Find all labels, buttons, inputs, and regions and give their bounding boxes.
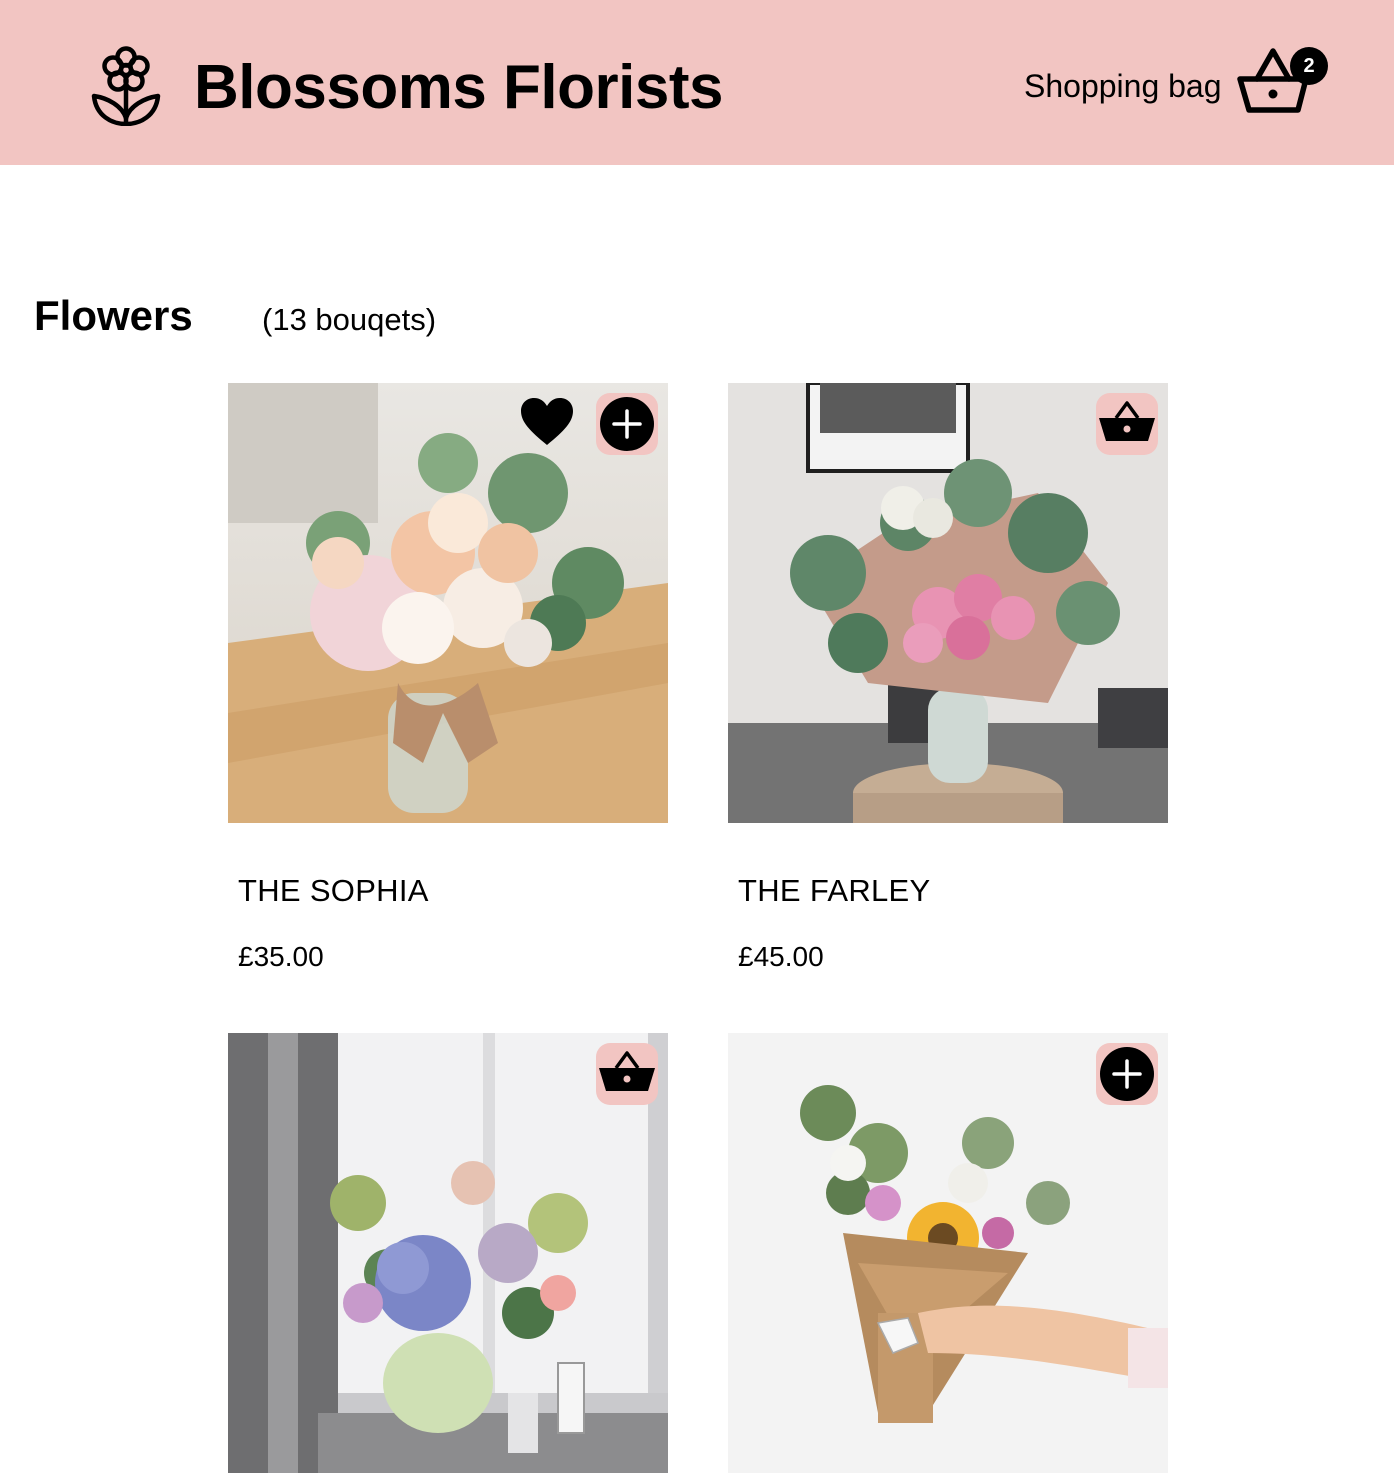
plus-circle-icon	[600, 397, 654, 451]
product-image[interactable]	[728, 1033, 1168, 1473]
add-to-bag-button[interactable]	[596, 393, 658, 455]
heart-icon[interactable]	[520, 397, 574, 447]
site-header: Blossoms Florists Shopping bag 2	[0, 0, 1394, 165]
product-card[interactable]: THE SOPHIA £35.00	[228, 383, 668, 972]
brand-title[interactable]: Blossoms Florists	[194, 50, 723, 126]
product-price: £35.00	[238, 941, 324, 972]
product-card[interactable]	[728, 1033, 1168, 1473]
product-name[interactable]: THE SOPHIA	[238, 871, 429, 911]
section-title: Flowers	[34, 292, 193, 339]
product-image[interactable]	[228, 383, 668, 823]
basket-icon	[599, 1051, 655, 1091]
product-card[interactable]	[228, 1033, 668, 1473]
cart-count-badge[interactable]: 2	[1290, 47, 1328, 85]
add-to-bag-button[interactable]	[596, 1043, 658, 1105]
product-price: £45.00	[738, 941, 824, 972]
product-name[interactable]: THE FARLEY	[738, 871, 931, 911]
product-image[interactable]	[228, 1033, 668, 1473]
product-image[interactable]	[728, 383, 1168, 823]
product-card[interactable]: THE FARLEY £45.00	[728, 383, 1168, 972]
plus-circle-icon	[1100, 1047, 1154, 1101]
bouquet-count: (13 bouqets)	[262, 302, 437, 337]
flower-logo-icon[interactable]	[90, 44, 162, 126]
add-to-bag-button[interactable]	[1096, 393, 1158, 455]
basket-icon	[1099, 401, 1155, 441]
shopping-bag-label[interactable]: Shopping bag	[1024, 66, 1222, 106]
add-to-bag-button[interactable]	[1096, 1043, 1158, 1105]
